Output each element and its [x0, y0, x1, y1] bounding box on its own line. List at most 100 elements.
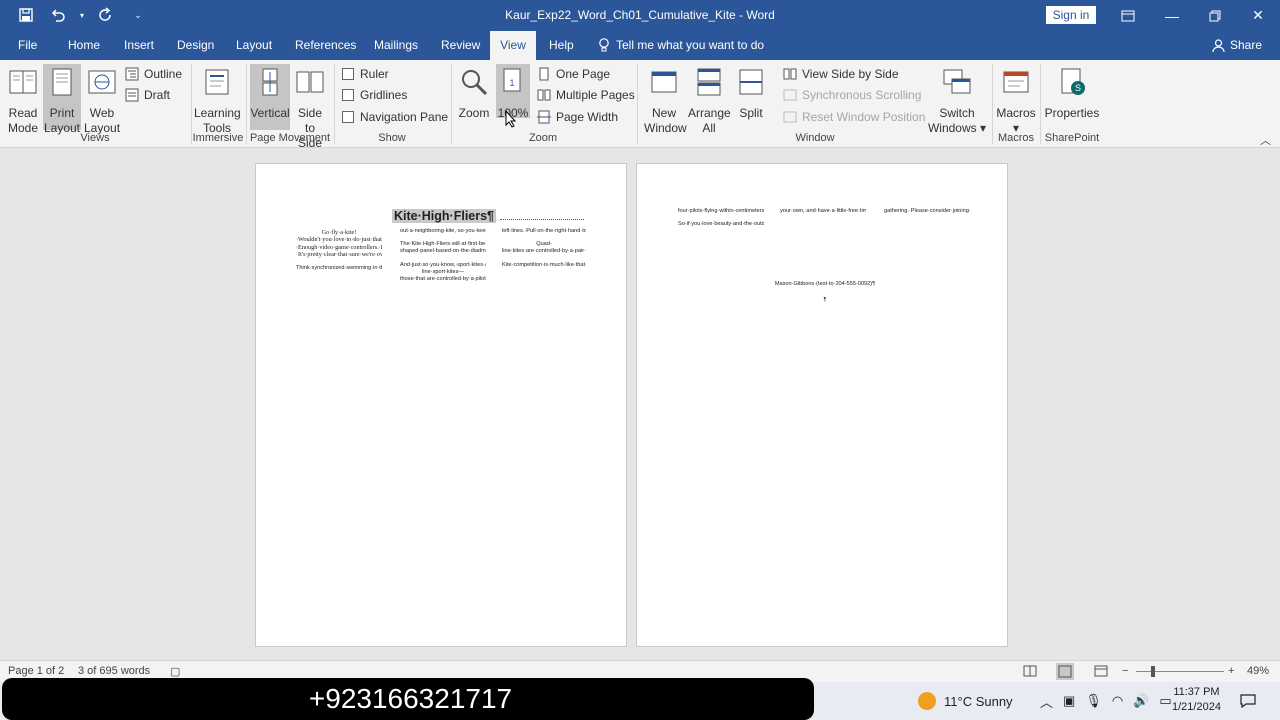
- web-layout-view-icon[interactable]: [1094, 665, 1108, 680]
- reset-window-position-button[interactable]: Reset Window Position: [783, 110, 925, 124]
- paragraph: left·lines.·Pull·on·the·right·hand·to·tu…: [502, 228, 586, 234]
- undo-dropdown[interactable]: ▾: [78, 5, 86, 25]
- document-heading[interactable]: Kite·High·Fliers¶: [392, 209, 497, 223]
- page-width-button[interactable]: Page Width: [537, 110, 618, 124]
- ribbon-display-options-button[interactable]: [1106, 0, 1150, 31]
- web-layout-button[interactable]: Web Layout: [84, 66, 120, 136]
- tab-mailings[interactable]: Mailings: [374, 31, 418, 60]
- weather-widget[interactable]: 11°C Sunny: [918, 682, 1013, 720]
- properties-button[interactable]: S Properties: [1044, 66, 1100, 121]
- contact-line[interactable]: Mason·Gibbons·(text·to·204-555-0092)¶: [740, 281, 910, 291]
- proofing-icon[interactable]: ▢: [170, 665, 180, 678]
- multiple-pages-icon: [537, 89, 551, 101]
- tab-layout[interactable]: Layout: [236, 31, 272, 60]
- tab-insert[interactable]: Insert: [124, 31, 154, 60]
- gridlines-checkbox[interactable]: Gridlines: [342, 88, 407, 102]
- arrange-all-button[interactable]: Arrange All: [688, 66, 731, 136]
- page2-column-3[interactable]: gathering.·Please·consider·joining·us,·i…: [884, 208, 970, 288]
- group-separator: [334, 64, 335, 144]
- lightbulb-icon: [599, 38, 609, 52]
- restore-button[interactable]: [1193, 0, 1237, 31]
- paragraph: gathering.·Please·consider·joining·us,·i…: [884, 208, 970, 214]
- show-hidden-icons-icon[interactable]: ︿: [1040, 692, 1053, 711]
- split-button[interactable]: Split: [734, 66, 768, 121]
- paragraph: your·own,·and·have·a·little·free·time·th…: [780, 208, 866, 214]
- tab-help[interactable]: Help: [549, 31, 574, 60]
- zoom-slider-thumb[interactable]: [1151, 666, 1155, 677]
- tab-home[interactable]: Home: [68, 31, 100, 60]
- zoom-percent[interactable]: 49%: [1247, 665, 1269, 677]
- learning-tools-button[interactable]: Learning Tools: [194, 66, 241, 136]
- undo-button[interactable]: [46, 5, 70, 25]
- collapse-ribbon-button[interactable]: ︿: [1260, 132, 1271, 148]
- document-area[interactable]: Kite·High·Fliers¶ Go·fly·a·kite!·Wouldn'…: [0, 148, 1280, 660]
- group-separator: [246, 64, 247, 144]
- vertical-label: Vertical: [250, 106, 290, 120]
- split-label: Split: [739, 106, 763, 120]
- customize-qat-button[interactable]: ⌄: [126, 5, 150, 25]
- draft-button[interactable]: Draft: [125, 88, 170, 102]
- redo-button[interactable]: [94, 5, 118, 25]
- synchronous-scrolling-button[interactable]: Synchronous Scrolling: [783, 88, 921, 102]
- one-page-icon: [539, 67, 549, 81]
- zoom-button[interactable]: Zoom: [456, 66, 492, 121]
- tab-design[interactable]: Design: [177, 31, 214, 60]
- tab-view[interactable]: View: [490, 31, 536, 60]
- read-mode-view-icon[interactable]: [1023, 665, 1037, 680]
- zoom-out-button[interactable]: −: [1122, 665, 1128, 677]
- view-side-by-side-button[interactable]: View Side by Side: [783, 67, 899, 81]
- macros-button[interactable]: Macros ▾: [996, 66, 1036, 136]
- print-layout-view-icon[interactable]: [1056, 663, 1074, 680]
- navigation-pane-checkbox[interactable]: Navigation Pane: [342, 110, 448, 124]
- zoom-in-button[interactable]: +: [1228, 665, 1234, 677]
- page1-column-2[interactable]: out·a·neighboring·kite,·so·you·keep·tota…: [400, 228, 486, 598]
- tab-file[interactable]: File: [18, 31, 37, 60]
- sign-in-button[interactable]: Sign in: [1046, 6, 1096, 24]
- web-layout-icon: [88, 70, 116, 94]
- clock[interactable]: 11:37 PM 1/21/2024: [1172, 685, 1221, 715]
- zoom-label: Zoom: [458, 106, 490, 120]
- microphone-icon[interactable]: 🎙: [1085, 693, 1102, 709]
- page-movement-group-label: Page Movement: [249, 132, 331, 144]
- page2-column-2[interactable]: your·own,·and·have·a·little·free·time·th…: [780, 208, 866, 288]
- multiple-pages-button[interactable]: Multiple Pages: [537, 88, 635, 102]
- draft-label: Draft: [144, 88, 171, 102]
- volume-icon[interactable]: 🔊: [1133, 693, 1149, 709]
- outline-button[interactable]: Outline: [125, 67, 182, 81]
- ruler-checkbox[interactable]: Ruler: [342, 67, 389, 81]
- word-count[interactable]: 3 of 695 words: [78, 665, 150, 677]
- save-button[interactable]: [14, 5, 38, 25]
- switch-windows-button[interactable]: Switch Windows ▾: [926, 66, 988, 136]
- vertical-button[interactable]: Vertical: [250, 64, 290, 130]
- minimize-button[interactable]: —: [1150, 0, 1194, 31]
- wifi-icon[interactable]: ◠: [1112, 693, 1123, 709]
- paragraph: Quad-line·kites·are·controlled·by·a·pair…: [502, 241, 586, 255]
- battery-icon[interactable]: ▭: [1159, 693, 1171, 709]
- one-page-label: One Page: [556, 67, 611, 81]
- camera-icon[interactable]: ▣: [1063, 693, 1075, 709]
- print-layout-button[interactable]: Print Layout: [43, 64, 81, 135]
- share-button[interactable]: Share: [1212, 31, 1262, 60]
- paragraph: out·a·neighboring·kite,·so·you·keep·tota…: [400, 228, 486, 234]
- views-group-label: Views: [80, 132, 110, 144]
- tab-review[interactable]: Review: [441, 31, 480, 60]
- multiple-pages-label: Multiple Pages: [556, 88, 635, 102]
- page1-column-3[interactable]: left·lines.·Pull·on·the·right·hand·to·tu…: [502, 228, 586, 598]
- reset-position-icon: [783, 111, 797, 123]
- page1-column-1[interactable]: Go·fly·a·kite!·Wouldn't·you·love·to·do·j…: [296, 229, 382, 599]
- notifications-icon[interactable]: [1240, 682, 1256, 720]
- close-button[interactable]: ✕: [1236, 0, 1280, 31]
- one-page-button[interactable]: One Page: [537, 67, 610, 81]
- tell-me-search[interactable]: Tell me what you want to do: [598, 31, 764, 60]
- paragraph: Think·synchronized·swimming·in·the·sky.·…: [296, 264, 382, 271]
- zoom-slider-track[interactable]: [1136, 671, 1224, 672]
- tell-me-label: Tell me what you want to do: [616, 38, 765, 52]
- macros-icon: [1003, 71, 1029, 93]
- print-layout-icon: [52, 68, 72, 96]
- page2-column-1[interactable]: four·pilots·flying·within·centimeters·of…: [678, 208, 764, 288]
- page-count[interactable]: Page 1 of 2: [8, 665, 64, 677]
- read-mode-button[interactable]: Read Mode: [6, 66, 40, 136]
- paragraph: Go·fly·a·kite!·Wouldn't·you·love·to·do·j…: [296, 229, 382, 259]
- new-window-button[interactable]: New Window: [644, 66, 687, 136]
- tab-references[interactable]: References: [295, 31, 356, 60]
